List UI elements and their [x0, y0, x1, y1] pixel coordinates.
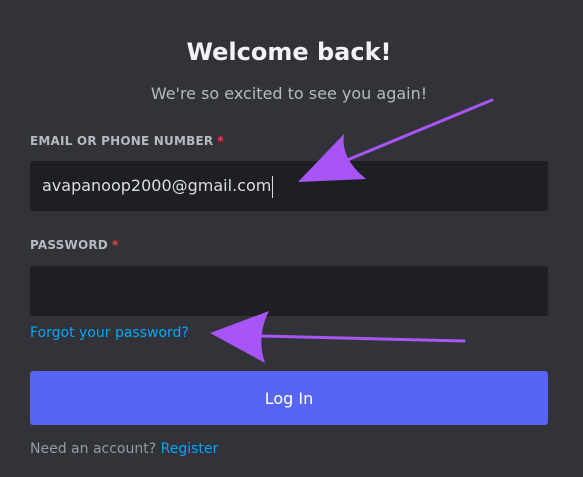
page-title: Welcome back! — [186, 38, 392, 66]
register-link[interactable]: Register — [161, 441, 219, 457]
email-input[interactable]: avapanoop2000@gmail.com — [30, 161, 548, 211]
password-label: PASSWORD * — [30, 237, 118, 253]
forgot-password-link[interactable]: Forgot your password? — [30, 323, 189, 343]
password-label-text: PASSWORD — [30, 238, 108, 252]
login-page: Welcome back! We're so excited to see yo… — [0, 0, 583, 477]
email-label-text: EMAIL OR PHONE NUMBER — [30, 134, 214, 148]
email-label: EMAIL OR PHONE NUMBER * — [30, 133, 224, 149]
email-input-value: avapanoop2000@gmail.com — [42, 176, 272, 195]
password-input[interactable] — [30, 266, 548, 316]
need-account-row: Need an account? Register — [30, 439, 218, 459]
text-caret — [272, 175, 274, 198]
need-account-text: Need an account? — [30, 441, 157, 457]
annotation-arrow-forgot — [210, 311, 466, 363]
page-subtitle: We're so excited to see you again! — [150, 84, 428, 103]
login-button[interactable]: Log In — [30, 371, 548, 425]
email-required-mark: * — [217, 134, 224, 148]
password-required-mark: * — [111, 238, 119, 252]
